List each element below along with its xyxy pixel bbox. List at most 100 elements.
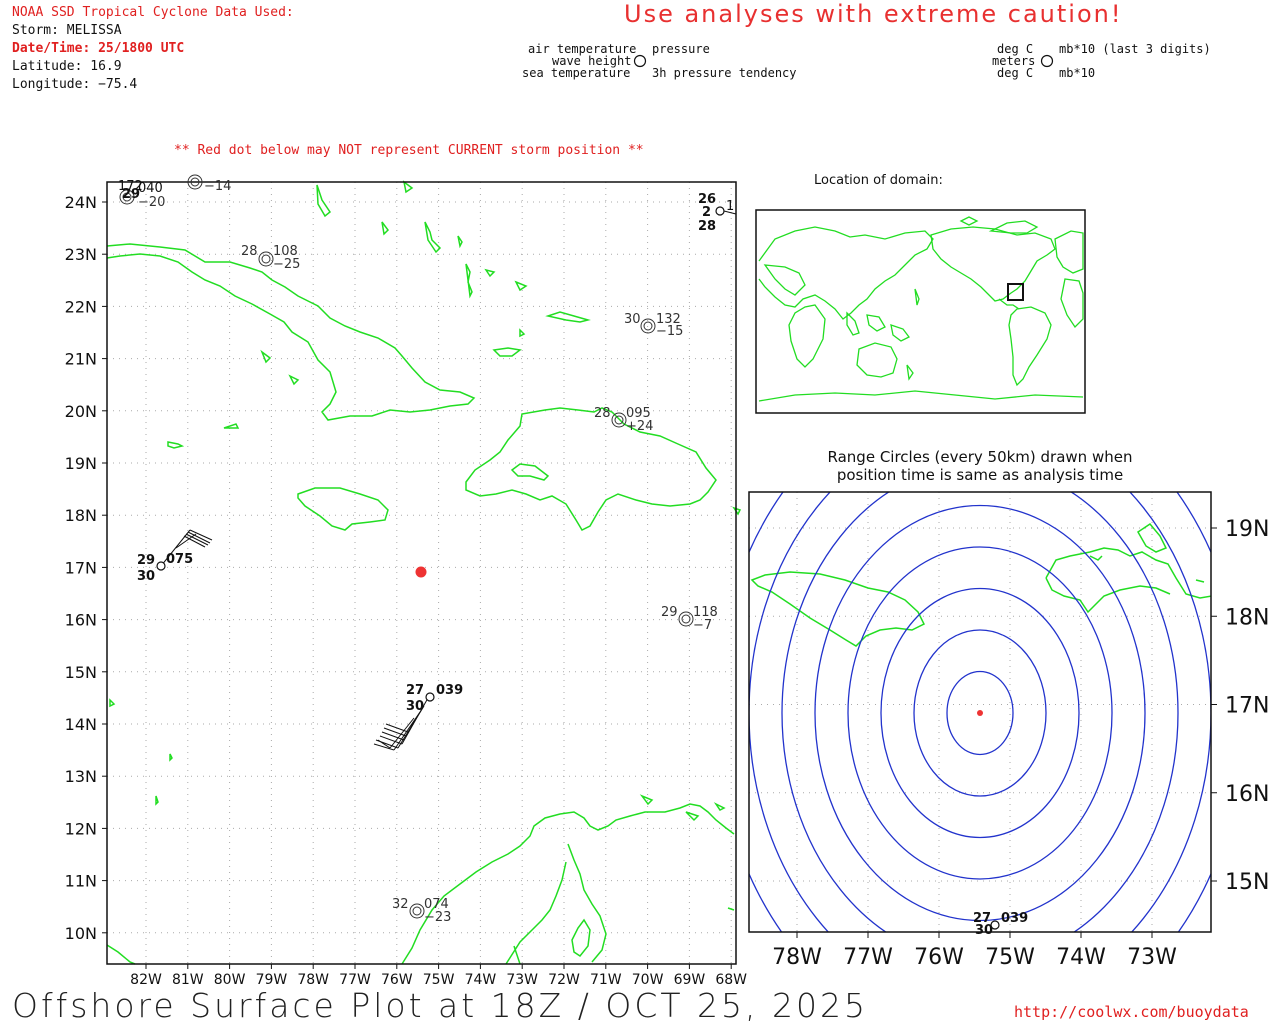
lat-label: 24N bbox=[65, 193, 97, 212]
station-s10[interactable]: 32 074 −23 bbox=[392, 897, 451, 925]
lat-label: 15N bbox=[65, 663, 97, 682]
footer-title: Offshore Surface Plot at 18Z / OCT 25, 2… bbox=[12, 986, 868, 1025]
lon-label: 69W bbox=[674, 972, 706, 985]
station-s2-tend: −14 bbox=[204, 179, 231, 194]
lon-label: 71W bbox=[590, 972, 622, 985]
station-s7[interactable]: 29 075 30 bbox=[137, 552, 193, 584]
lon-label: 74W bbox=[465, 972, 497, 985]
legend-unit-circle-icon bbox=[1040, 54, 1054, 68]
range-map-coastlines bbox=[750, 523, 1211, 647]
range-lat-label: 18N bbox=[1225, 605, 1269, 630]
lon-label: 75W bbox=[423, 972, 455, 985]
lat-label: 19N bbox=[65, 454, 97, 473]
range-map-station[interactable]: 27 039 30 bbox=[973, 911, 1028, 938]
station-s6[interactable]: 28 095 +24 bbox=[594, 406, 653, 434]
lat-label: 16N bbox=[65, 611, 97, 630]
lon-label: 70W bbox=[632, 972, 664, 985]
storm-position-marker[interactable] bbox=[415, 566, 427, 578]
range-map-title-line2: position time is same as analysis time bbox=[836, 466, 1124, 484]
station-s8-tend: −7 bbox=[693, 618, 712, 633]
lat-label: 23N bbox=[65, 245, 97, 264]
lat-label: 10N bbox=[65, 924, 97, 943]
lat-label: 12N bbox=[65, 819, 97, 838]
range-station-press: 039 bbox=[1001, 911, 1028, 926]
main-map: 24N 23N 22N 21N 20N 19N 18N 17N 16N 15N 14N 13N 12N 1… bbox=[65, 174, 747, 985]
range-lon-label: 75W bbox=[985, 945, 1035, 970]
lon-label: 79W bbox=[256, 972, 288, 985]
lon-label: 77W bbox=[339, 972, 371, 985]
station-s1-tend: −20 bbox=[138, 195, 165, 210]
station-s5-tend: −15 bbox=[656, 324, 683, 339]
range-lon-label: 77W bbox=[843, 945, 893, 970]
range-map-title-line1: Range Circles (every 50km) drawn when bbox=[827, 448, 1133, 466]
station-s10-temp: 32 bbox=[392, 897, 409, 912]
legend-station-circle-icon bbox=[633, 54, 647, 68]
lon-label: 73W bbox=[506, 972, 538, 985]
lon-label: 81W bbox=[172, 972, 204, 985]
lat-label: 21N bbox=[65, 350, 97, 369]
station-s9-press: 039 bbox=[436, 683, 463, 698]
station-s10-tend: −23 bbox=[424, 910, 451, 925]
lat-label: 20N bbox=[65, 402, 97, 421]
legend-pressure-tendency: 3h pressure tendency bbox=[652, 66, 797, 80]
station-s6-tend: +24 bbox=[626, 419, 653, 434]
station-s7-press: 075 bbox=[166, 552, 193, 567]
station-s4[interactable]: 26 1 2 28 bbox=[698, 192, 737, 234]
lon-label: 76W bbox=[381, 972, 413, 985]
range-lon-label: 76W bbox=[914, 945, 964, 970]
range-lat-label: 17N bbox=[1225, 694, 1269, 719]
range-lat-label: 16N bbox=[1225, 782, 1269, 807]
storm-latitude: Latitude: 16.9 bbox=[12, 59, 122, 74]
lat-label: 18N bbox=[65, 506, 97, 525]
lat-label: 11N bbox=[65, 872, 97, 891]
station-s9-sst: 30 bbox=[406, 699, 424, 714]
lon-label: 72W bbox=[548, 972, 580, 985]
station-s6-temp: 28 bbox=[594, 406, 611, 421]
lat-label: 13N bbox=[65, 767, 97, 786]
station-s9-temp: 27 bbox=[406, 683, 424, 698]
range-circle bbox=[781, 492, 1179, 932]
station-s1-press: 040 bbox=[138, 181, 163, 196]
station-s4-sst: 28 bbox=[698, 219, 716, 234]
main-map-lon-labels: 82W 81W 80W 79W 78W 77W 76W 75W 74W 73W 72W 71W 70W 6… bbox=[130, 964, 747, 985]
range-station-sst: 30 bbox=[975, 923, 993, 938]
storm-datetime: Date/Time: 25/1800 UTC bbox=[12, 41, 185, 56]
storm-longitude: Longitude: −75.4 bbox=[12, 77, 138, 92]
storm-name: Storm: MELISSA bbox=[12, 23, 122, 38]
station-s8[interactable]: 29 118 −7 bbox=[661, 605, 718, 633]
lon-label: 80W bbox=[214, 972, 246, 985]
lat-label: 14N bbox=[65, 715, 97, 734]
station-s3-temp: 28 bbox=[241, 244, 258, 259]
legend-unit-pressure: mb*10 (last 3 digits) bbox=[1059, 42, 1211, 56]
range-lat-label: 19N bbox=[1225, 517, 1269, 542]
location-inset-map bbox=[755, 209, 1086, 414]
range-map-storm-marker[interactable] bbox=[977, 710, 983, 716]
caution-banner: Use analyses with extreme caution! bbox=[624, 0, 1123, 28]
station-s2[interactable]: −14 bbox=[187, 174, 231, 194]
station-s7-temp: 29 bbox=[137, 553, 155, 568]
legend-unit-sea-temp: deg C bbox=[997, 66, 1034, 80]
station-s4-press: 1 bbox=[726, 199, 734, 214]
range-lon-label: 74W bbox=[1056, 945, 1106, 970]
legend-sea-temperature: sea temperature bbox=[522, 66, 631, 80]
lon-label: 68W bbox=[715, 972, 747, 985]
station-s5-temp: 30 bbox=[624, 312, 641, 327]
range-circle bbox=[749, 492, 1211, 932]
station-s1[interactable]: 172 040 29 −20 bbox=[118, 179, 165, 210]
range-map-lat-labels: 19N 18N 17N 16N 15N bbox=[1211, 517, 1269, 895]
lat-label: 22N bbox=[65, 297, 97, 316]
main-map-lat-labels: 24N 23N 22N 21N 20N 19N 18N 17N 16N 15N 14N 13N 12N 1… bbox=[65, 193, 107, 943]
station-s3-tend: −25 bbox=[273, 257, 300, 272]
legend-pressure: pressure bbox=[652, 42, 710, 56]
station-s9[interactable]: 27 039 30 bbox=[406, 683, 463, 714]
range-circles bbox=[749, 492, 1211, 932]
range-map-title: Range Circles (every 50km) drawn when po… bbox=[748, 448, 1212, 484]
footer-url-link[interactable]: http://coolwx.com/buoydata bbox=[1014, 1003, 1249, 1021]
station-s5[interactable]: 30 132 −15 bbox=[624, 312, 683, 339]
station-s4-wave: 2 bbox=[702, 205, 711, 220]
range-lat-label: 15N bbox=[1225, 870, 1269, 895]
range-lon-label: 73W bbox=[1127, 945, 1177, 970]
range-circle bbox=[749, 492, 1211, 932]
lat-label: 17N bbox=[65, 558, 97, 577]
lon-label: 82W bbox=[130, 972, 162, 985]
